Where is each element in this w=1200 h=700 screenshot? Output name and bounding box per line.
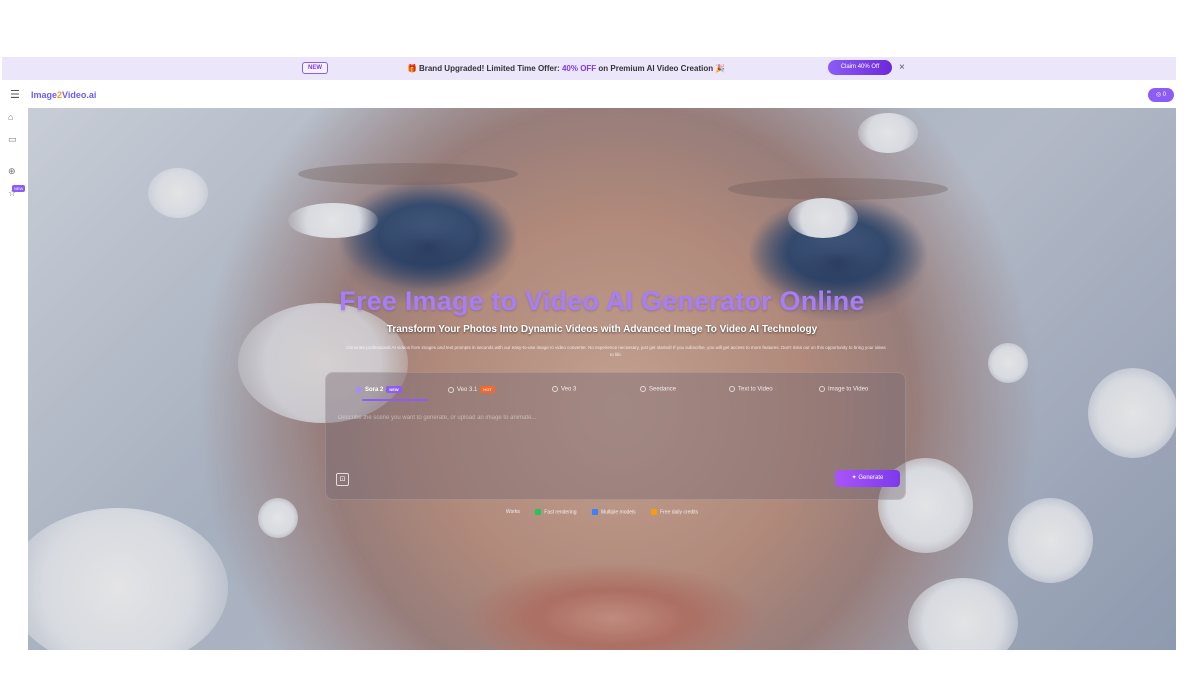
credits-badge[interactable]: ◎ 0 bbox=[1148, 88, 1174, 102]
active-tab-indicator bbox=[362, 399, 428, 401]
tab-sora-2[interactable]: Sora 2 NEW bbox=[356, 386, 402, 393]
feature-item: Works bbox=[505, 509, 520, 516]
video-icon[interactable]: ▭ bbox=[8, 134, 17, 145]
promo-message: 🎁 Brand Upgraded! Limited Time Offer: 40%… bbox=[407, 62, 725, 75]
model-icon bbox=[640, 386, 646, 392]
site-logo[interactable]: Image2Video.ai bbox=[31, 90, 96, 100]
hero-subtitle: Transform Your Photos Into Dynamic Video… bbox=[386, 324, 818, 335]
tab-label: Seedance bbox=[649, 386, 677, 393]
menu-icon[interactable]: ☰ bbox=[10, 88, 20, 101]
tab-label: Image to Video bbox=[828, 386, 869, 393]
promo-message-suffix: on Premium AI Video Creation bbox=[596, 64, 714, 73]
new-tag: NEW bbox=[302, 62, 328, 74]
star-icon[interactable]: ☆ bbox=[8, 188, 16, 199]
model-icon bbox=[356, 386, 362, 393]
claim-offer-button[interactable]: Claim 40% Off bbox=[828, 60, 892, 75]
gift-icon bbox=[651, 509, 658, 515]
promo-message-prefix: Brand Upgraded! Limited Time Offer: bbox=[418, 64, 562, 73]
new-badge: NEW bbox=[386, 386, 402, 393]
globe-icon[interactable]: ⊕ bbox=[8, 166, 16, 177]
feature-item: Free daily credits bbox=[651, 509, 698, 515]
feature-item: Fast rendering bbox=[535, 509, 577, 515]
hot-badge: HOT bbox=[480, 386, 495, 393]
hero-title: Free Image to Video AI Generator Online bbox=[339, 286, 865, 316]
logo-text-image: Image bbox=[31, 90, 58, 100]
tab-label: Sora 2 bbox=[365, 387, 384, 394]
promo-discount: 40% OFF bbox=[561, 64, 597, 73]
feature-item: Multiple models bbox=[591, 509, 636, 515]
model-icon bbox=[448, 386, 454, 393]
sidebar: ⌂ ▭ ⊕ NEW ☆ bbox=[0, 108, 28, 653]
tab-veo-3[interactable]: Veo 3 bbox=[552, 386, 576, 393]
rocket-icon bbox=[535, 509, 542, 515]
hero-section: Free Image to Video AI Generator Online … bbox=[28, 108, 1176, 650]
feature-list: Works Fast rendering Multiple models Fre… bbox=[28, 509, 1176, 515]
logo-text-video: Video.ai bbox=[62, 90, 97, 100]
layers-icon bbox=[591, 509, 598, 515]
image-upload-icon[interactable]: ⊡ bbox=[336, 473, 349, 486]
tab-label: Veo 3 bbox=[561, 386, 577, 393]
tab-text-to-video[interactable]: Text to Video bbox=[729, 386, 773, 393]
top-header: ☰ Image2Video.ai ◎ 0 bbox=[0, 84, 1180, 108]
party-popper-icon: 🎉 bbox=[715, 64, 726, 73]
tab-label: Text to Video bbox=[738, 386, 773, 393]
image-icon bbox=[819, 386, 825, 392]
tab-image-to-video[interactable]: Image to Video bbox=[819, 386, 868, 393]
hero-description: Generate professional AI videos from ima… bbox=[346, 345, 886, 357]
close-icon[interactable]: × bbox=[899, 60, 905, 75]
tab-label: Veo 3.1 bbox=[457, 387, 478, 394]
prompt-input[interactable] bbox=[338, 415, 893, 465]
generate-button[interactable]: ✦ Generate bbox=[835, 470, 900, 487]
home-icon[interactable]: ⌂ bbox=[8, 112, 13, 122]
gift-icon: 🎁 bbox=[407, 64, 417, 73]
tab-veo-3-1[interactable]: Veo 3.1 HOT bbox=[448, 386, 495, 393]
tab-seedance[interactable]: Seedance bbox=[640, 386, 676, 393]
promo-banner: NEW 🎁 Brand Upgraded! Limited Time Offer:… bbox=[2, 57, 1176, 80]
text-icon bbox=[729, 386, 735, 392]
model-icon bbox=[552, 386, 558, 392]
generator-panel: Sora 2 NEW Veo 3.1 HOT Veo 3 Seedance Text… bbox=[325, 372, 906, 500]
